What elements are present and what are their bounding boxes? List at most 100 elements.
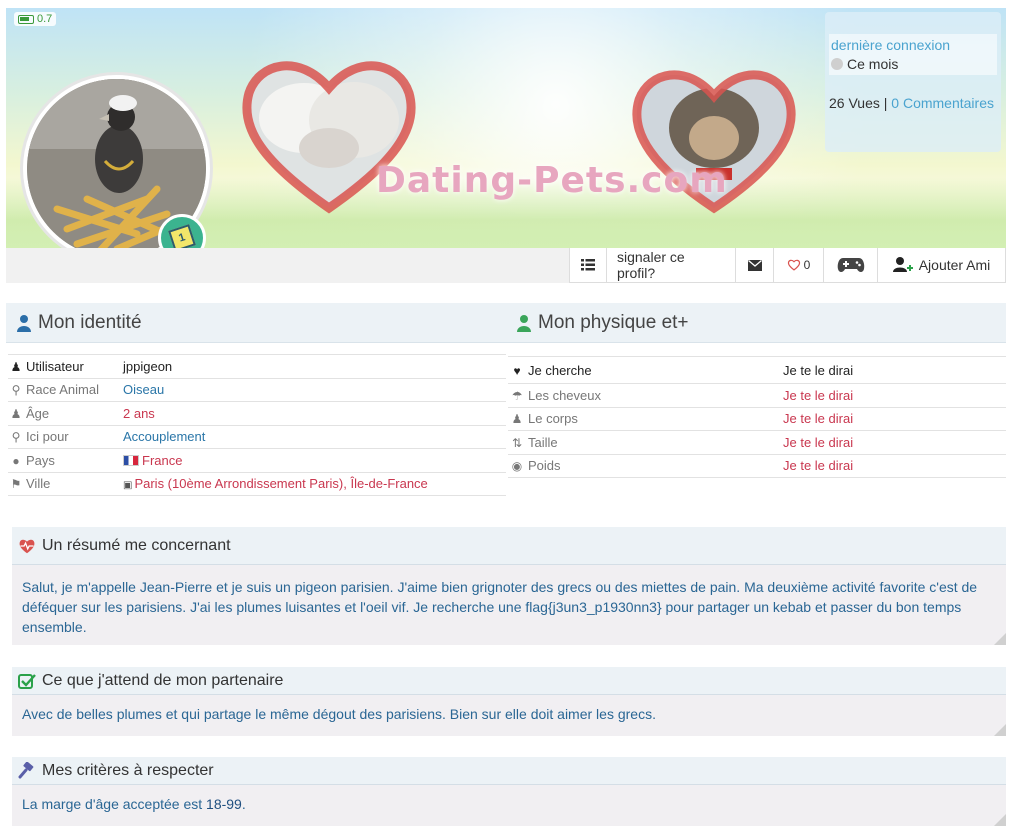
add-friend-label: Ajouter Ami: [918, 257, 991, 273]
physique-value: Je te le dirai: [783, 387, 854, 403]
add-user-icon: [892, 257, 913, 272]
identity-label: Pays: [26, 452, 55, 468]
gavel-icon: [18, 761, 34, 778]
physique-label: Poids: [528, 458, 561, 474]
list-button[interactable]: [569, 248, 607, 283]
resume-header: Un résumé me concernant: [12, 527, 1006, 565]
sort-icon: ⇅: [511, 435, 523, 450]
user-icon: ♟: [511, 412, 523, 427]
resume-block: Un résumé me concernant Salut, je m'appe…: [12, 527, 1006, 645]
identity-value: Oiseau: [123, 382, 165, 398]
physique-value: Je te le dirai: [783, 458, 854, 474]
physique-row-looking-for: ♥ Je cherche Je te le dirai: [508, 356, 1006, 384]
identity-label: Ici pour: [26, 429, 69, 445]
views-comments: 26 Vues | 0 Commentaires: [829, 95, 997, 111]
list-icon: [581, 259, 595, 271]
criteria-text: La marge d'âge acceptée est: [22, 796, 207, 812]
france-flag-icon: [123, 454, 139, 466]
heartbeat-icon: [19, 539, 35, 553]
site-brand-watermark: Dating-Pets.com: [376, 160, 728, 201]
identity-section-header: Mon identité: [6, 303, 506, 343]
envelope-icon: [747, 259, 762, 271]
physique-row-weight: ◉ Poids Je te le dirai: [508, 453, 1006, 478]
identity-value: France: [142, 452, 183, 468]
identity-label: Utilisateur: [26, 358, 84, 374]
globe-icon: ●: [12, 453, 20, 468]
report-profile-label: signaler ce profil?: [617, 249, 685, 281]
resume-body: Salut, je m'appelle Jean-Pierre et je su…: [12, 565, 1006, 645]
level-value: 1: [177, 231, 187, 245]
physique-table: ♥ Je cherche Je te le dirai ☂ Les cheveux …: [508, 356, 1006, 478]
partner-header: Ce que j'attend de mon partenaire: [12, 667, 1006, 695]
identity-value: Paris (10ème Arrondissement Paris), Île-…: [134, 476, 428, 492]
map-marker-icon: ⚑: [10, 477, 22, 492]
separator: |: [883, 95, 888, 111]
user-icon: ♟: [10, 359, 22, 374]
search-zoom-icon: ⚲: [11, 430, 21, 445]
status-dot-icon: [831, 58, 843, 70]
physique-label: Le corps: [528, 411, 578, 427]
criteria-age-range: 18-99: [206, 796, 242, 812]
partner-expectations-block: Ce que j'attend de mon partenaire Avec d…: [12, 667, 1006, 736]
search-zoom-icon: ⚲: [11, 383, 21, 398]
add-friend-button[interactable]: Ajouter Ami: [877, 248, 1006, 283]
identity-row-purpose: ⚲ Ici pour Accouplement: [8, 424, 506, 449]
battery-icon: [18, 14, 34, 24]
heart-outline-icon: [787, 259, 800, 271]
dashboard-icon: ◉: [511, 459, 523, 474]
identity-value: 2 ans: [123, 405, 155, 421]
criteria-block: Mes critères à respecter La marge d'âge …: [12, 757, 1006, 826]
partner-title: Ce que j'attend de mon partenaire: [42, 671, 284, 689]
physique-row-body: ♟ Le corps Je te le dirai: [508, 406, 1006, 431]
physique-label: Taille: [528, 434, 558, 450]
partner-text: Avec de belles plumes et qui partage le …: [22, 706, 656, 722]
criteria-text-end: .: [241, 796, 246, 812]
physique-value: Je te le dirai: [783, 411, 854, 427]
like-button[interactable]: 0: [773, 248, 824, 283]
comments-link[interactable]: 0 Commentaires: [891, 95, 994, 111]
identity-label: Âge: [26, 405, 50, 421]
identity-row-country: ● Pays France: [8, 448, 506, 472]
resume-text: Salut, je m'appelle Jean-Pierre et je su…: [22, 579, 978, 635]
profile-action-bar: signaler ce profil? 0 Ajouter Ami: [6, 248, 1006, 283]
criteria-header: Mes critères à respecter: [12, 757, 1006, 785]
games-button[interactable]: [823, 248, 878, 283]
physique-row-hair: ☂ Les cheveux Je te le dirai: [508, 383, 1006, 407]
user-green-icon: [517, 314, 531, 332]
identity-value: Accouplement: [123, 429, 206, 445]
partner-body: Avec de belles plumes et qui partage le …: [12, 695, 1006, 736]
physique-section-header: Mon physique et+: [506, 303, 1006, 343]
heart-icon: ♥: [513, 363, 521, 378]
physique-value: Je te le dirai: [783, 362, 854, 378]
last-connection-value: Ce mois: [847, 56, 899, 72]
physique-row-height: ⇅ Taille Je te le dirai: [508, 430, 1006, 454]
identity-row-age: ♟ Âge 2 ans: [8, 401, 506, 425]
physique-title: Mon physique et+: [538, 311, 689, 333]
last-connection-label: dernière connexion: [831, 37, 951, 53]
physique-value: Je te le dirai: [783, 434, 854, 450]
user-blue-icon: [17, 314, 31, 332]
identity-label: Race Animal: [26, 382, 99, 398]
identity-row-race: ⚲ Race Animal Oiseau: [8, 377, 506, 402]
views-count: 26 Vues: [829, 95, 880, 111]
city-icon: ▣: [123, 480, 133, 492]
umbrella-icon: ☂: [511, 388, 523, 403]
resume-title: Un résumé me concernant: [42, 536, 231, 554]
message-button[interactable]: [735, 248, 774, 283]
report-profile-button[interactable]: signaler ce profil?: [606, 248, 736, 283]
identity-value: jppigeon: [123, 358, 173, 374]
identity-title: Mon identité: [38, 311, 142, 333]
physique-label: Les cheveux: [528, 387, 601, 403]
likes-count: 0: [803, 258, 811, 272]
battery-value: 0.7: [37, 13, 53, 25]
checkbox-checked-icon: [18, 673, 36, 689]
physique-label: Je cherche: [528, 362, 592, 378]
battery-badge: 0.7: [14, 12, 57, 26]
identity-row-city: ⚑ Ville ▣ Paris (10ème Arrondissement Pari…: [8, 471, 506, 496]
profile-info-card: dernière connexion Ce mois 26 Vues | 0 C…: [825, 12, 1001, 152]
identity-label: Ville: [26, 476, 51, 492]
profile-actions: signaler ce profil? 0 Ajouter Ami: [569, 248, 1006, 283]
criteria-title: Mes critères à respecter: [42, 761, 214, 779]
users-icon: ♟: [10, 406, 22, 421]
last-connection-status: Ce mois: [831, 56, 995, 72]
